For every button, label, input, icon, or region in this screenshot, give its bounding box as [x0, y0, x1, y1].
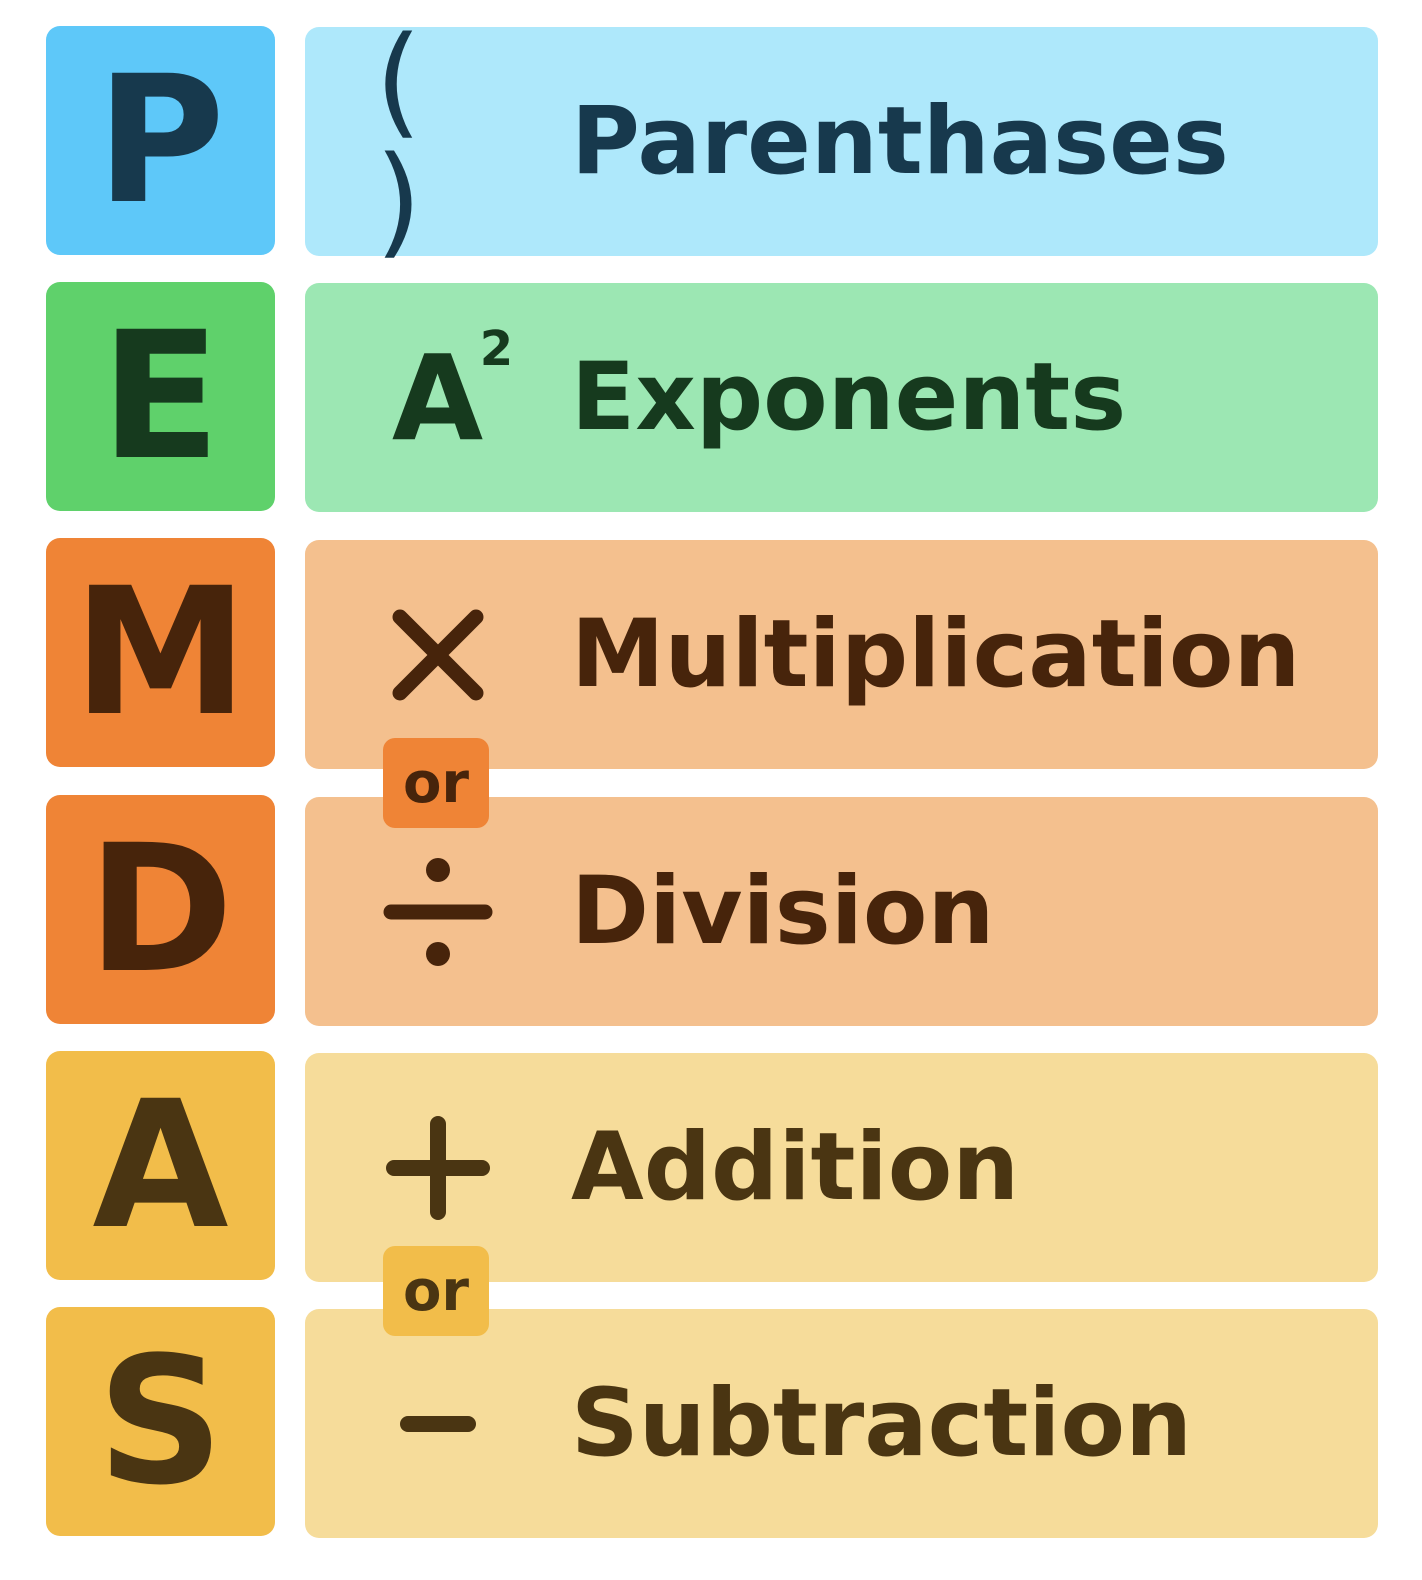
exponent-power: 2: [479, 320, 514, 377]
row-exponents: A 2 Exponents: [305, 283, 1378, 512]
row-parentheses: ( ) Parenthases: [305, 11, 1378, 271]
letter-box-p: P: [46, 26, 275, 255]
divide-icon: [375, 797, 500, 1026]
multiply-icon: [375, 540, 500, 769]
letter-box-e: E: [46, 282, 275, 511]
minus-icon: [375, 1309, 500, 1538]
letter-box-d: D: [46, 795, 275, 1024]
or-connector-as: or: [383, 1246, 489, 1336]
label-division: Division: [571, 856, 995, 966]
or-text-md: or: [402, 750, 470, 816]
or-text-as: or: [402, 1258, 470, 1324]
letter-a: A: [92, 1062, 229, 1268]
letter-p: P: [96, 37, 225, 243]
label-subtraction: Subtraction: [571, 1368, 1193, 1478]
letter-m: M: [72, 549, 249, 755]
letter-box-a: A: [46, 1051, 275, 1280]
row-subtraction: Subtraction: [305, 1309, 1378, 1538]
label-addition: Addition: [571, 1112, 1020, 1222]
letter-d: D: [87, 806, 234, 1012]
exponent-base: A: [391, 328, 484, 467]
label-parentheses: Parenthases: [571, 86, 1229, 196]
label-multiplication: Multiplication: [571, 599, 1301, 709]
exponent-symbol: A 2: [375, 283, 513, 512]
parentheses-symbol: ( ): [375, 11, 422, 271]
letter-e: E: [100, 293, 221, 499]
row-division: Division: [305, 797, 1378, 1026]
row-multiplication: Multiplication: [305, 540, 1378, 769]
letter-s: S: [97, 1318, 224, 1524]
or-connector-md: or: [383, 738, 489, 828]
label-exponents: Exponents: [571, 342, 1127, 452]
letter-box-m: M: [46, 538, 275, 767]
letter-box-s: S: [46, 1307, 275, 1536]
